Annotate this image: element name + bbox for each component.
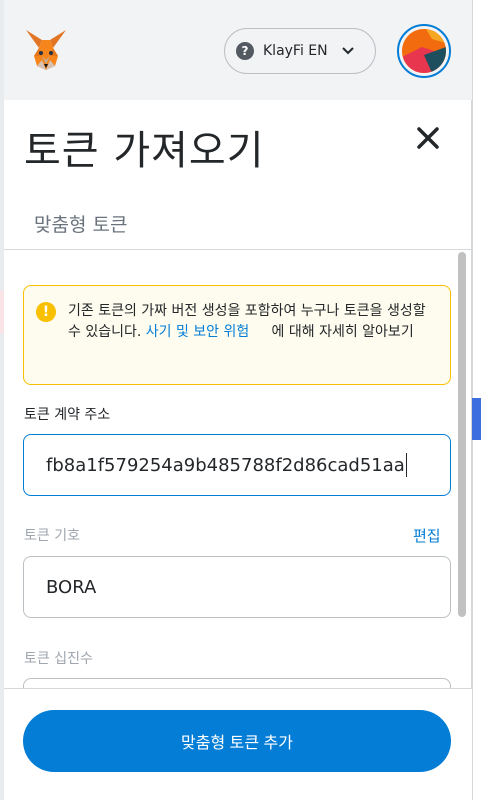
page-title: 토큰 가져오기 xyxy=(24,128,265,174)
contract-address-value: fb8a1f579254a9b485788f2d86cad51aa xyxy=(46,454,405,476)
question-circle-icon: ? xyxy=(236,42,254,60)
token-symbol-label: 토큰 기호 xyxy=(24,528,80,544)
token-symbol-value: BORA xyxy=(46,576,97,598)
scam-warning-banner: ! 기존 토큰의 가짜 버전 생성을 포함하여 누구나 토큰을 생성할 수 있습… xyxy=(23,285,451,385)
screen: ? KlayFi EN 토큰 가져오기 맞춤형 토큰 ! 기존 토큰의 가짜 버… xyxy=(0,0,481,800)
token-symbol-input[interactable]: BORA xyxy=(23,556,451,618)
add-custom-token-button[interactable]: 맞춤형 토큰 추가 xyxy=(23,710,451,772)
contract-address-label: 토큰 계약 주소 xyxy=(24,407,111,423)
import-token-popup: ? KlayFi EN 토큰 가져오기 맞춤형 토큰 ! 기존 토큰의 가짜 버… xyxy=(4,0,472,800)
token-decimals-label: 토큰 십진수 xyxy=(24,651,93,667)
divider xyxy=(4,688,472,689)
tab-custom-token[interactable]: 맞춤형 토큰 xyxy=(34,210,127,237)
network-label: KlayFi EN xyxy=(263,43,328,59)
info-icon: ! xyxy=(36,302,56,322)
background-page-element xyxy=(472,398,481,440)
close-icon[interactable] xyxy=(414,124,442,152)
warning-text-suffix: 에 대해 자세히 알아보기 xyxy=(271,324,414,340)
metamask-fox-icon[interactable] xyxy=(22,26,70,74)
scrollbar[interactable] xyxy=(458,252,466,617)
edit-symbol-link[interactable]: 편집 xyxy=(413,525,441,546)
network-selector[interactable]: ? KlayFi EN xyxy=(224,28,376,74)
app-header: ? KlayFi EN xyxy=(4,0,472,100)
account-avatar-icon[interactable] xyxy=(397,24,451,78)
contract-address-input[interactable]: fb8a1f579254a9b485788f2d86cad51aa xyxy=(23,434,451,496)
divider xyxy=(4,249,472,250)
scam-risk-link[interactable]: 사기 및 보안 위험 xyxy=(146,324,250,340)
chevron-down-icon xyxy=(341,47,354,55)
text-caret xyxy=(405,453,408,477)
